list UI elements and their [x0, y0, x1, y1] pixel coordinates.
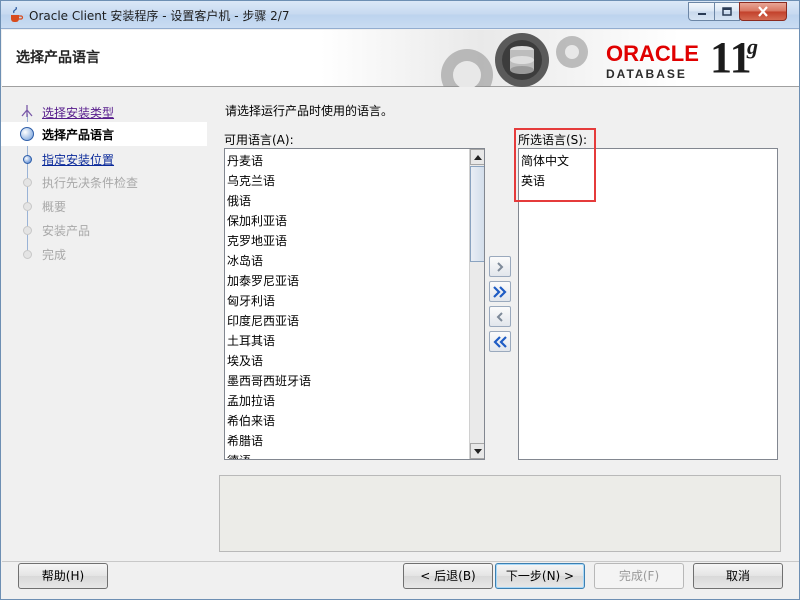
list-item[interactable]: 土耳其语: [225, 331, 468, 351]
available-languages-list[interactable]: 丹麦语 乌克兰语 俄语 保加利亚语 克罗地亚语 冰岛语 加泰罗尼亚语 匈牙利语 印度尼西亚语 土耳…: [224, 148, 485, 460]
back-button[interactable]: < 后退(B): [403, 563, 493, 589]
scroll-up-button[interactable]: [470, 149, 484, 165]
database-label: DATABASE: [606, 67, 687, 81]
list-item[interactable]: 墨西哥西班牙语: [225, 371, 468, 391]
step-pending-icon: [23, 155, 32, 164]
help-button[interactable]: 帮助(H): [18, 563, 108, 589]
list-item[interactable]: 印度尼西亚语: [225, 311, 468, 331]
list-item[interactable]: 埃及语: [225, 351, 468, 371]
step-disabled-icon: [23, 226, 32, 235]
oracle-logo: ORACLE: [606, 41, 699, 66]
java-cup-icon: [11, 7, 24, 22]
page-title: 选择产品语言: [16, 50, 100, 66]
step-done-icon: [21, 105, 33, 117]
list-item[interactable]: 希腊语: [225, 431, 468, 451]
list-item[interactable]: 德语: [225, 451, 468, 459]
step-label: 选择安装类型: [42, 106, 115, 120]
available-languages-items: 丹麦语 乌克兰语 俄语 保加利亚语 克罗地亚语 冰岛语 加泰罗尼亚语 匈牙利语 印度尼西亚语 土耳…: [225, 151, 468, 459]
double-chevron-left-icon: [493, 335, 507, 348]
step-disabled-icon: [23, 202, 32, 211]
list-item[interactable]: 冰岛语: [225, 251, 468, 271]
list-item[interactable]: 匈牙利语: [225, 291, 468, 311]
message-panel: [219, 475, 781, 552]
step-install-product: 安装产品: [1, 218, 207, 242]
add-all-button[interactable]: [489, 281, 511, 302]
next-button[interactable]: 下一步(N) >: [495, 563, 585, 589]
remove-all-button[interactable]: [489, 331, 511, 352]
list-item[interactable]: 乌克兰语: [225, 171, 468, 191]
close-icon: [758, 6, 768, 17]
cancel-button[interactable]: 取消: [693, 563, 783, 589]
remove-selected-button[interactable]: [489, 306, 511, 327]
step-label: 选择产品语言: [42, 128, 115, 142]
step-install-type[interactable]: 选择安装类型: [1, 100, 207, 124]
step-finish: 完成: [1, 242, 207, 266]
finish-button: 完成(F): [594, 563, 684, 589]
list-item[interactable]: 丹麦语: [225, 151, 468, 171]
header-banner: 选择产品语言 ORACLE DATABASE 11 g: [2, 30, 799, 87]
maximize-button[interactable]: [714, 2, 740, 21]
step-label: 概要: [42, 200, 67, 214]
title-bar[interactable]: Oracle Client 安装程序 - 设置客户机 - 步骤 2/7: [1, 1, 799, 29]
step-label: 执行先决条件检查: [42, 176, 139, 190]
steps-panel: 选择安装类型 选择产品语言 指定安装位置 执行先决条件检查 概要 安装产品 完成: [1, 96, 207, 566]
step-install-location[interactable]: 指定安装位置: [1, 147, 207, 171]
highlight-annotation-box: [514, 128, 596, 202]
list-item[interactable]: 加泰罗尼亚语: [225, 271, 468, 291]
step-product-language[interactable]: 选择产品语言: [1, 122, 207, 146]
list-item[interactable]: 俄语: [225, 191, 468, 211]
scroll-thumb[interactable]: [470, 166, 484, 262]
chevron-right-icon: [497, 261, 504, 272]
available-languages-label: 可用语言(A):: [224, 133, 294, 147]
window-title: Oracle Client 安装程序 - 设置客户机 - 步骤 2/7: [29, 9, 290, 23]
version-letter: g: [747, 34, 758, 59]
arrow-up-icon: [473, 154, 482, 160]
add-selected-button[interactable]: [489, 256, 511, 277]
instruction-text: 请选择运行产品时使用的语言。: [225, 104, 394, 118]
list-item[interactable]: 希伯来语: [225, 411, 468, 431]
vertical-scrollbar[interactable]: [469, 149, 484, 459]
chevron-left-icon: [496, 311, 503, 322]
close-button[interactable]: [739, 2, 787, 21]
arrow-down-icon: [473, 448, 482, 454]
step-label: 指定安装位置: [42, 153, 115, 167]
version-number: 11: [710, 33, 752, 82]
step-summary: 概要: [1, 194, 207, 218]
maximize-icon: [722, 7, 732, 16]
minimize-button[interactable]: [688, 2, 715, 21]
list-item[interactable]: 保加利亚语: [225, 211, 468, 231]
step-prereq-check: 执行先决条件检查: [1, 170, 207, 194]
step-label: 安装产品: [42, 224, 91, 238]
step-disabled-icon: [23, 250, 32, 259]
list-item[interactable]: 孟加拉语: [225, 391, 468, 411]
step-current-icon: [20, 127, 34, 141]
step-label: 完成: [42, 248, 67, 262]
scroll-down-button[interactable]: [470, 443, 484, 459]
list-item[interactable]: 克罗地亚语: [225, 231, 468, 251]
double-chevron-right-icon: [493, 285, 507, 298]
gears-graphic-icon: [441, 33, 588, 87]
minimize-icon: [697, 12, 706, 15]
bottom-separator: [2, 561, 799, 562]
installer-window: Oracle Client 安装程序 - 设置客户机 - 步骤 2/7 选择产品…: [0, 0, 800, 600]
step-disabled-icon: [23, 178, 32, 187]
